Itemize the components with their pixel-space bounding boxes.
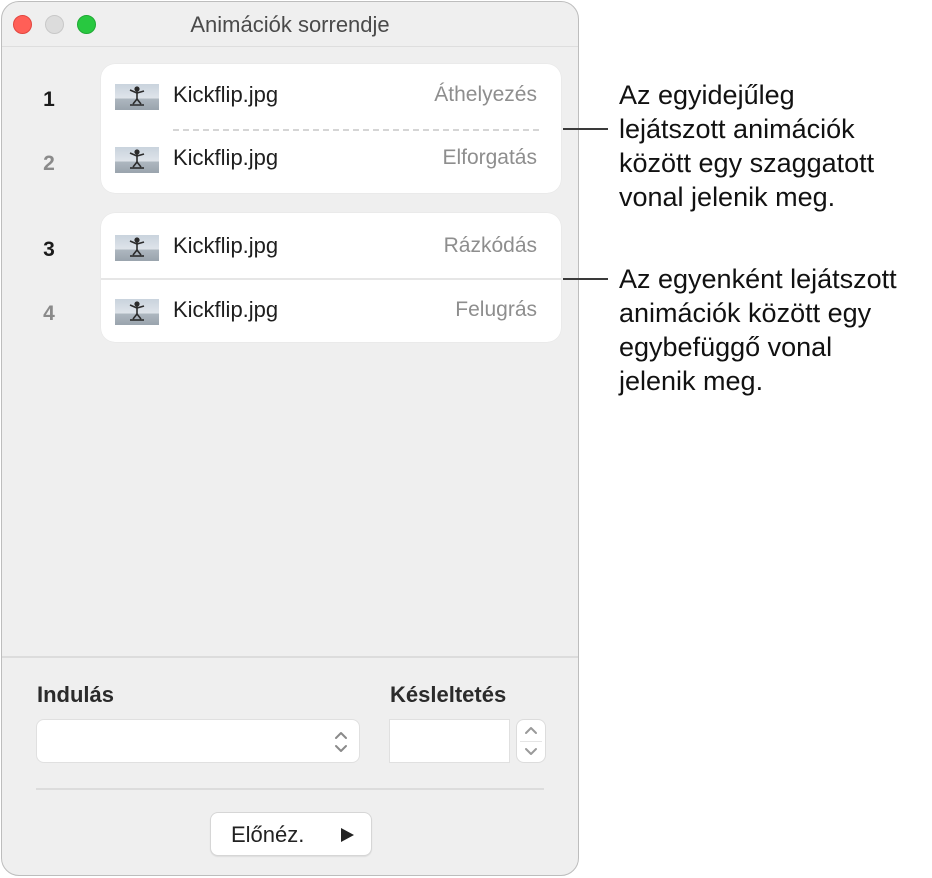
- image-thumbnail: [115, 147, 159, 173]
- animation-type: Rázkódás: [443, 234, 537, 257]
- animation-row-1[interactable]: Kickflip.jpg Áthelyezés: [101, 74, 561, 114]
- image-thumbnail: [115, 84, 159, 110]
- chevron-down-icon: [525, 748, 537, 755]
- animation-group-sequential: Kickflip.jpg Rázkódás Kickflip.jpg Felug…: [101, 213, 561, 342]
- file-name: Kickflip.jpg: [173, 82, 279, 107]
- file-name: Kickflip.jpg: [173, 233, 279, 258]
- stepper-up[interactable]: [517, 720, 545, 741]
- order-number-4: 4: [43, 302, 55, 325]
- callout-solid-text: Az egyenként lejátszott animációk között…: [619, 262, 897, 398]
- order-number-1: 1: [43, 88, 55, 111]
- delay-stepper[interactable]: [516, 719, 546, 763]
- title-bar: Animációk sorrendje: [2, 2, 578, 46]
- order-number-3: 3: [43, 238, 55, 261]
- callout-line-solid: [563, 278, 608, 280]
- image-thumbnail: [115, 235, 159, 261]
- callout-line-dashed: [563, 128, 608, 130]
- stepper-down[interactable]: [517, 742, 545, 763]
- file-name: Kickflip.jpg: [173, 145, 279, 170]
- animation-row-4[interactable]: Kickflip.jpg Felugrás: [101, 289, 561, 329]
- title-divider: [2, 46, 578, 47]
- window-title: Animációk sorrendje: [190, 12, 390, 37]
- callout-line: jelenik meg.: [619, 366, 764, 396]
- controls-divider: [2, 656, 578, 658]
- file-name: Kickflip.jpg: [173, 297, 279, 322]
- preview-button[interactable]: Előnéz.: [210, 812, 372, 856]
- delay-field[interactable]: [389, 719, 510, 763]
- chevron-up-down-icon: [333, 729, 349, 760]
- animation-type: Felugrás: [455, 298, 537, 321]
- play-icon: [339, 827, 355, 848]
- start-label: Indulás: [37, 682, 115, 707]
- start-popup[interactable]: [36, 719, 360, 763]
- animation-order-window: Animációk sorrendje 1 2 3 4 Kickflip.jpg…: [1, 1, 579, 876]
- animation-row-2[interactable]: Kickflip.jpg Elforgatás: [101, 137, 561, 177]
- dashed-separator: [173, 129, 539, 131]
- solid-separator: [101, 278, 561, 280]
- callout-line: Az egyidejűleg: [619, 80, 795, 110]
- callout-line: egybefüggő vonal: [619, 332, 833, 362]
- preview-label: Előnéz.: [231, 822, 305, 847]
- image-thumbnail: [115, 299, 159, 325]
- order-number-2: 2: [43, 152, 55, 175]
- animation-group-simultaneous: Kickflip.jpg Áthelyezés Kickflip.jpg Elf…: [101, 64, 561, 193]
- animation-type: Áthelyezés: [434, 83, 537, 106]
- chevron-up-icon: [525, 727, 537, 734]
- callout-line: Az egyenként lejátszott: [619, 264, 897, 294]
- callout-line: vonal jelenik meg.: [619, 182, 836, 212]
- callout-line: lejátszott animációk: [619, 114, 855, 144]
- animation-row-3[interactable]: Kickflip.jpg Rázkódás: [101, 225, 561, 265]
- animation-type: Elforgatás: [442, 146, 537, 169]
- preview-divider: [36, 788, 544, 790]
- callout-dashed-text: Az egyidejűleg lejátszott animációk közö…: [619, 78, 874, 214]
- callout-line: animációk között egy: [619, 298, 872, 328]
- delay-label: Késleltetés: [390, 682, 507, 707]
- callout-line: között egy szaggatott: [619, 148, 875, 178]
